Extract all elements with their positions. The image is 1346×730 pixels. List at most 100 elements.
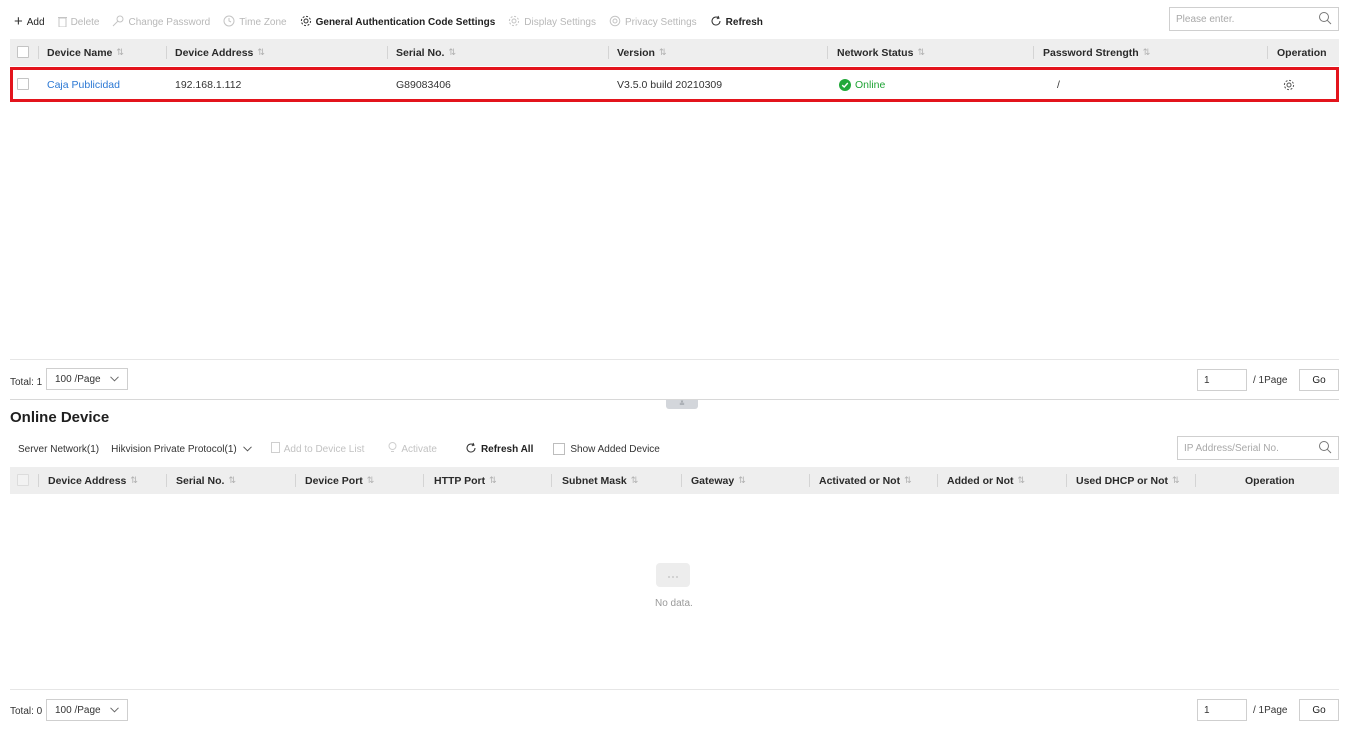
column-separator <box>827 46 828 59</box>
sort-icon[interactable]: ⇅ <box>116 47 124 58</box>
column-separator <box>38 474 39 487</box>
clock-icon <box>223 15 235 29</box>
column-serial-no[interactable]: Serial No. ⇅ <box>176 467 236 494</box>
total-count: Total: 1 <box>10 376 43 388</box>
column-device-address[interactable]: Device Address ⇅ <box>48 467 138 494</box>
column-separator <box>1066 474 1067 487</box>
column-subnet-mask[interactable]: Subnet Mask ⇅ <box>562 467 638 494</box>
empty-text: No data. <box>655 598 693 609</box>
column-network-status[interactable]: Network Status ⇅ <box>837 39 925 66</box>
sort-icon[interactable]: ⇅ <box>738 475 746 486</box>
add-to-device-list-button[interactable]: Add to Device List <box>270 442 364 456</box>
column-dhcp[interactable]: Used DHCP or Not ⇅ <box>1076 467 1180 494</box>
select-all-checkbox[interactable] <box>17 474 29 486</box>
page-size-select[interactable]: 100 /Page <box>46 368 128 390</box>
footer-divider <box>10 689 1339 690</box>
column-separator <box>295 474 296 487</box>
trash-icon <box>57 16 67 29</box>
privacy-settings-button[interactable]: Privacy Settings <box>609 15 697 29</box>
change-password-button[interactable]: Change Password <box>112 15 210 29</box>
delete-button[interactable]: Delete <box>57 16 99 29</box>
column-http-port[interactable]: HTTP Port ⇅ <box>434 467 497 494</box>
sort-icon[interactable]: ⇅ <box>130 475 138 486</box>
online-device-search-input[interactable]: IP Address/Serial No. <box>1177 436 1339 460</box>
column-separator <box>166 474 167 487</box>
column-separator <box>166 46 167 59</box>
device-search-input[interactable]: Please enter. <box>1169 7 1339 31</box>
add-button[interactable]: + Add <box>14 14 45 29</box>
column-separator <box>387 46 388 59</box>
page-size-select[interactable]: 100 /Page <box>46 699 128 721</box>
sort-icon[interactable]: ⇅ <box>917 47 925 58</box>
gear-icon <box>508 15 520 29</box>
chevron-down-icon <box>242 444 252 455</box>
column-activated[interactable]: Activated or Not ⇅ <box>819 467 912 494</box>
column-separator <box>1033 46 1034 59</box>
column-gateway[interactable]: Gateway ⇅ <box>691 467 746 494</box>
collapse-handle[interactable]: ≚ <box>666 400 698 409</box>
column-separator <box>551 474 552 487</box>
total-count: Total: 0 <box>10 705 43 717</box>
go-button[interactable]: Go <box>1299 699 1339 721</box>
online-device-toolbar: Server Network(1) Hikvision Private Prot… <box>18 440 660 458</box>
column-device-name[interactable]: Device Name ⇅ <box>47 39 124 66</box>
device-toolbar: + Add Delete Change Password Time Zone G… <box>14 13 776 31</box>
server-network-tab[interactable]: Server Network(1) <box>18 444 99 455</box>
column-separator <box>681 474 682 487</box>
show-added-device-checkbox[interactable]: Show Added Device <box>553 443 660 455</box>
protocol-filter-dropdown[interactable]: Hikvision Private Protocol(1) <box>111 444 252 455</box>
shield-icon <box>609 15 621 29</box>
column-separator <box>38 46 39 59</box>
refresh-all-button[interactable]: Refresh All <box>465 442 533 457</box>
sort-icon[interactable]: ⇅ <box>448 47 456 58</box>
column-separator <box>608 46 609 59</box>
document-add-icon <box>270 442 280 456</box>
column-separator <box>1267 46 1268 59</box>
page-number-input[interactable]: 1 <box>1197 369 1247 391</box>
general-auth-code-settings-button[interactable]: General Authentication Code Settings <box>300 15 495 29</box>
checkbox-box[interactable] <box>553 443 566 455</box>
section-title: Online Device <box>10 409 110 426</box>
gear-icon <box>300 15 312 29</box>
refresh-icon <box>465 442 477 457</box>
column-separator <box>423 474 424 487</box>
search-icon[interactable] <box>1318 440 1332 457</box>
display-settings-button[interactable]: Display Settings <box>508 15 596 29</box>
page-total: / 1Page <box>1253 704 1288 716</box>
page-number-input[interactable]: 1 <box>1197 699 1247 721</box>
chevron-down-icon <box>110 374 119 385</box>
go-button[interactable]: Go <box>1299 369 1339 391</box>
search-icon[interactable] <box>1318 11 1332 28</box>
column-version[interactable]: Version ⇅ <box>617 39 666 66</box>
column-device-address[interactable]: Device Address ⇅ <box>175 39 265 66</box>
sort-icon[interactable]: ⇅ <box>1172 475 1180 486</box>
sort-icon[interactable]: ⇅ <box>1018 475 1026 486</box>
column-added[interactable]: Added or Not ⇅ <box>947 467 1025 494</box>
row-highlight-box <box>10 67 1339 102</box>
time-zone-button[interactable]: Time Zone <box>223 15 287 29</box>
sort-icon[interactable]: ⇅ <box>904 475 912 486</box>
select-all-checkbox[interactable] <box>17 46 29 58</box>
column-password-strength[interactable]: Password Strength ⇅ <box>1043 39 1150 66</box>
sort-icon[interactable]: ⇅ <box>257 47 265 58</box>
sort-icon[interactable]: ⇅ <box>1143 47 1151 58</box>
refresh-icon <box>710 15 722 29</box>
activate-button[interactable]: Activate <box>388 442 437 456</box>
chevron-down-icon <box>110 705 119 716</box>
column-separator <box>809 474 810 487</box>
online-device-table-header: Device Address ⇅ Serial No. ⇅ Device Port ⇅… <box>10 467 1339 494</box>
column-serial-no[interactable]: Serial No. ⇅ <box>396 39 456 66</box>
sort-icon[interactable]: ⇅ <box>367 475 375 486</box>
footer-divider <box>10 359 1339 360</box>
page-total: / 1Page <box>1253 374 1288 386</box>
column-separator <box>1195 474 1196 487</box>
key-icon <box>112 15 124 29</box>
empty-box-icon <box>656 563 690 587</box>
sort-icon[interactable]: ⇅ <box>489 475 497 486</box>
bulb-icon <box>388 442 397 456</box>
column-device-port[interactable]: Device Port ⇅ <box>305 467 374 494</box>
sort-icon[interactable]: ⇅ <box>631 475 639 486</box>
sort-icon[interactable]: ⇅ <box>228 475 236 486</box>
sort-icon[interactable]: ⇅ <box>659 47 667 58</box>
refresh-button[interactable]: Refresh <box>710 15 763 29</box>
